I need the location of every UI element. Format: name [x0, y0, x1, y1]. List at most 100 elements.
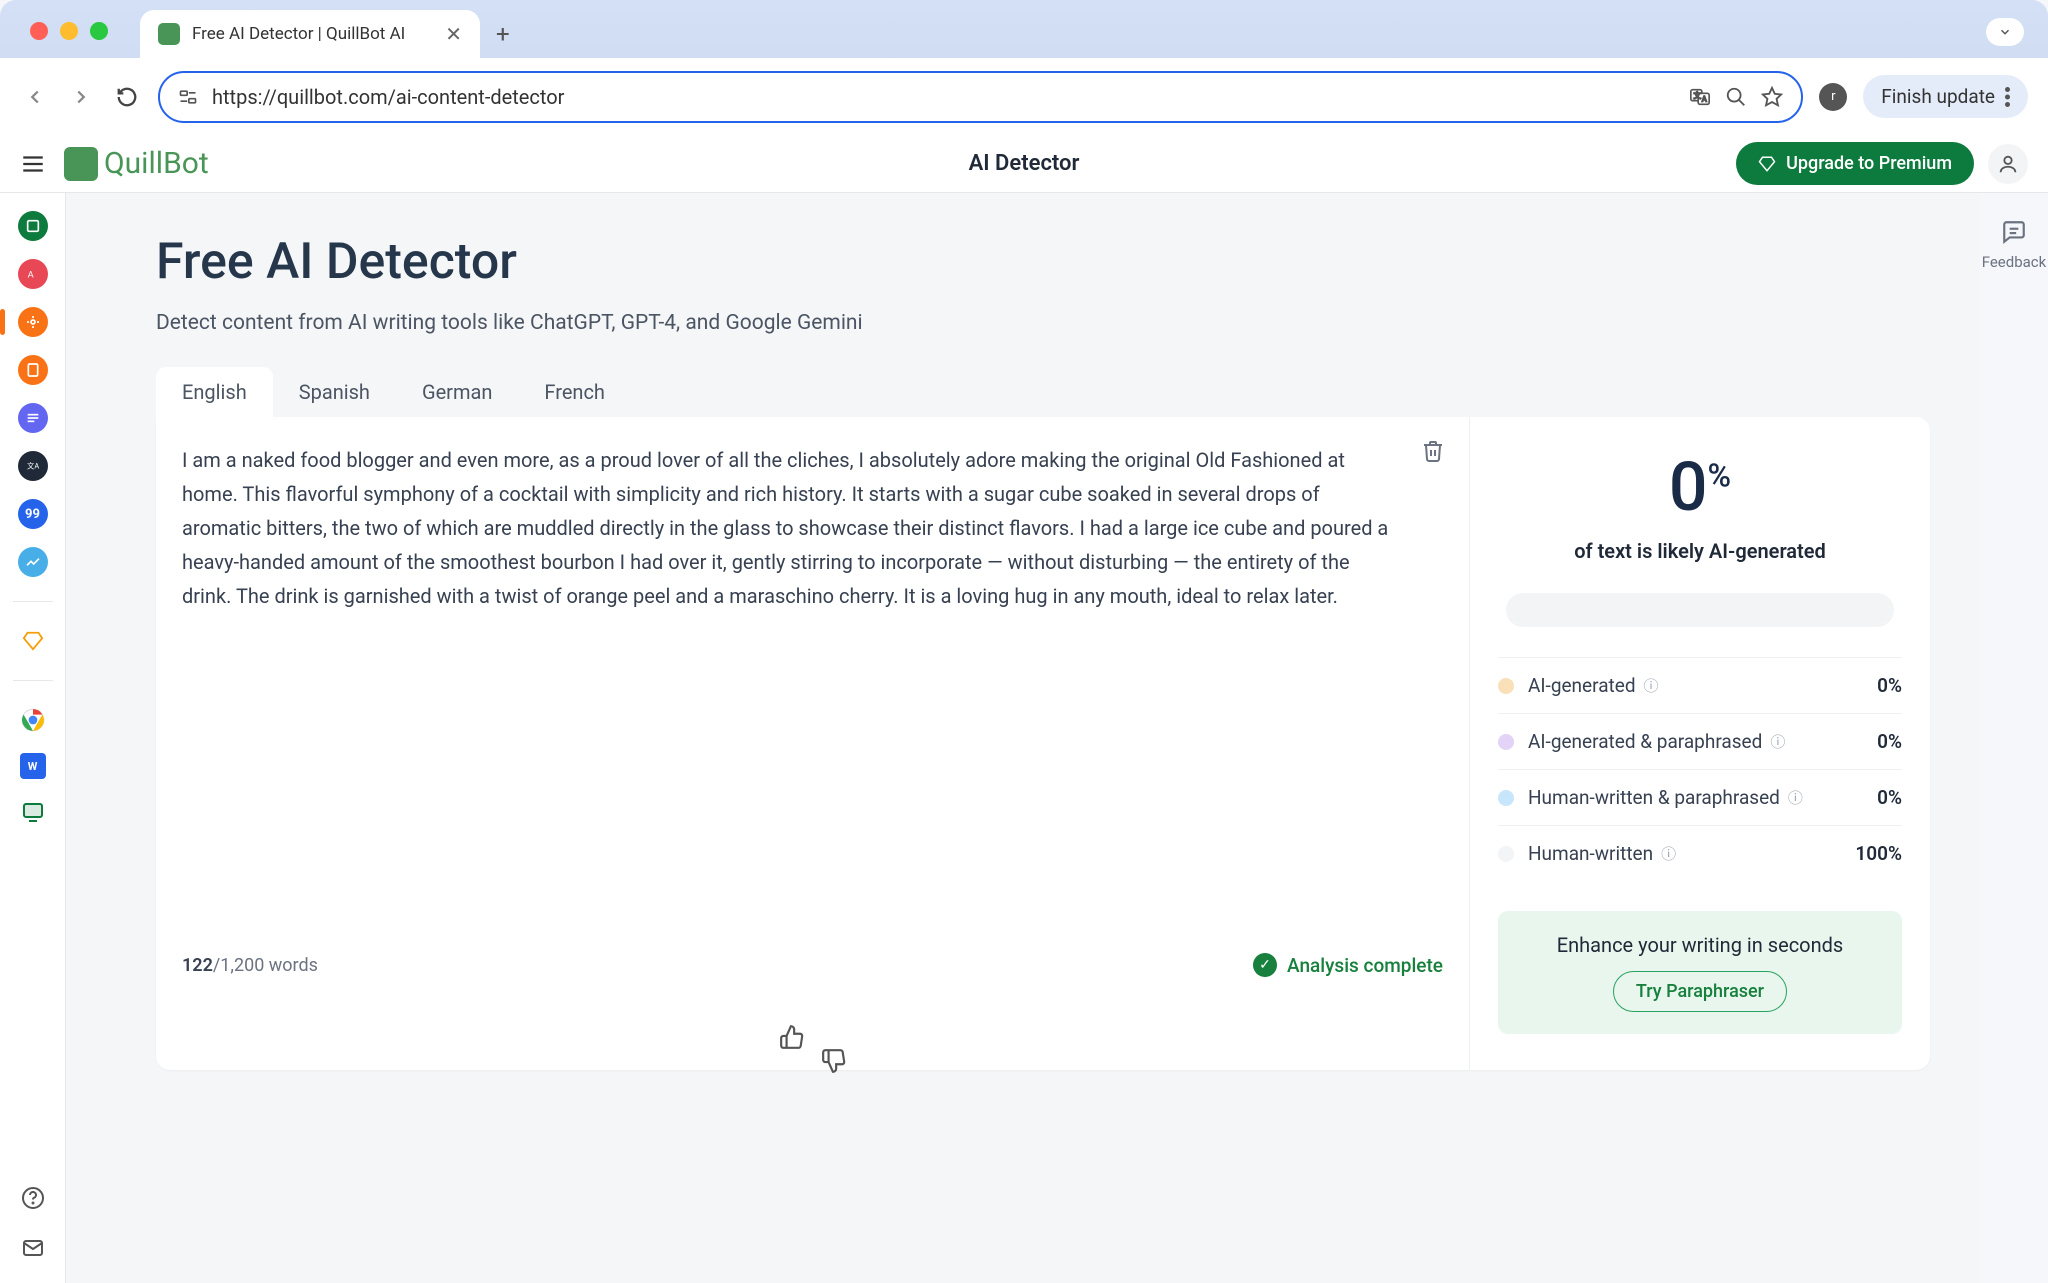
finish-update-label: Finish update [1881, 85, 1995, 108]
sidebar-item-premium[interactable] [18, 626, 48, 656]
score-bar [1506, 593, 1894, 627]
sidebar-item-flow[interactable] [18, 547, 48, 577]
sidebar-item-translator[interactable]: 文A [18, 451, 48, 481]
new-tab-button[interactable]: + [496, 20, 510, 48]
tab-german[interactable]: German [396, 367, 518, 417]
legend-value: 0% [1877, 730, 1902, 753]
page-subtitle: Detect content from AI writing tools lik… [156, 311, 1930, 335]
page-title: Free AI Detector [156, 233, 1930, 291]
tab-french[interactable]: French [518, 367, 631, 417]
close-window-button[interactable] [30, 22, 48, 40]
word-count: 122/1,200 words [182, 955, 318, 976]
legend-value: 0% [1877, 674, 1902, 697]
word-current: 122 [182, 955, 213, 976]
logo-text: QuillBot [104, 146, 209, 181]
feedback-thumbs [779, 1024, 847, 1050]
text-input[interactable]: I am a naked food blogger and even more,… [182, 443, 1443, 613]
svg-text:A: A [27, 269, 33, 280]
more-icon [2005, 87, 2010, 107]
score-percent: % [1708, 456, 1732, 494]
sidebar-item-plagiarism[interactable] [18, 355, 48, 385]
enhance-box: Enhance your writing in seconds Try Para… [1498, 911, 1902, 1034]
sidebar-item-chrome[interactable] [18, 705, 48, 735]
reload-button[interactable] [112, 82, 142, 112]
score-caption: of text is likely AI-generated [1498, 539, 1902, 563]
legend-dot-icon [1498, 678, 1514, 694]
svg-text:文: 文 [1694, 90, 1702, 99]
info-icon[interactable]: ⓘ [1644, 675, 1659, 696]
score-value: 0 [1669, 447, 1708, 527]
site-settings-icon[interactable] [178, 87, 198, 107]
detector-panel: I am a naked food blogger and even more,… [156, 417, 1930, 1070]
feedback-button[interactable]: Feedback [1982, 219, 2047, 271]
language-tabs: English Spanish German French [156, 367, 1930, 417]
favicon-icon [158, 23, 180, 45]
editor-panel: I am a naked food blogger and even more,… [156, 417, 1470, 1070]
tabs-dropdown-button[interactable] [1986, 18, 2024, 46]
results-panel: 0% of text is likely AI-generated AI-gen… [1470, 417, 1930, 1070]
logo-icon [64, 147, 98, 181]
active-indicator [0, 309, 5, 335]
content: Free AI Detector Detect content from AI … [66, 193, 1980, 1283]
maximize-window-button[interactable] [90, 22, 108, 40]
toolbar: https://quillbot.com/ai-content-detector… [0, 58, 2048, 135]
tab-english[interactable]: English [156, 367, 273, 417]
info-icon[interactable]: ⓘ [1661, 843, 1676, 864]
thumbs-down-button[interactable] [821, 1024, 847, 1050]
clear-button[interactable] [1421, 439, 1445, 463]
legend-row-human: Human-writtenⓘ 100% [1498, 825, 1902, 881]
account-button[interactable] [1988, 144, 2028, 184]
tab-spanish[interactable]: Spanish [273, 367, 396, 417]
sidebar-item-contact[interactable] [18, 1233, 48, 1263]
sidebar-item-macos[interactable] [18, 797, 48, 827]
address-bar[interactable]: https://quillbot.com/ai-content-detector… [158, 71, 1803, 123]
sidebar-item-ai-detector[interactable] [18, 307, 48, 337]
legend-label: AI-generated & paraphrasedⓘ [1528, 730, 1785, 753]
legend-dot-icon [1498, 790, 1514, 806]
browser-chrome: Free AI Detector | QuillBot AI ✕ + https… [0, 0, 2048, 135]
main: A 文A 99 W Free AI Detector Detect conten… [0, 193, 2048, 1283]
info-icon[interactable]: ⓘ [1770, 731, 1785, 752]
url-actions: 文A [1689, 86, 1783, 108]
browser-tab[interactable]: Free AI Detector | QuillBot AI ✕ [140, 10, 480, 58]
enhance-title: Enhance your writing in seconds [1520, 933, 1880, 957]
browser-profile-button[interactable]: r [1819, 83, 1847, 111]
sidebar-item-summarizer[interactable] [18, 403, 48, 433]
legend-dot-icon [1498, 846, 1514, 862]
finish-update-button[interactable]: Finish update [1863, 75, 2028, 118]
sidebar-item-paraphraser[interactable] [18, 211, 48, 241]
svg-text:文A: 文A [27, 462, 39, 471]
analysis-status: ✓ Analysis complete [1253, 953, 1443, 977]
try-paraphraser-button[interactable]: Try Paraphraser [1613, 971, 1787, 1012]
editor-footer: 122/1,200 words ✓ Analysis complete [182, 953, 1443, 977]
sidebar-item-grammar[interactable]: A [18, 259, 48, 289]
feedback-label: Feedback [1982, 253, 2047, 271]
score: 0% [1498, 453, 1902, 521]
divider [13, 680, 53, 681]
check-icon: ✓ [1253, 953, 1277, 977]
close-tab-icon[interactable]: ✕ [445, 22, 462, 46]
page-header-title: AI Detector [969, 151, 1080, 176]
translate-icon[interactable]: 文A [1689, 86, 1711, 108]
legend-label: Human-written & paraphrasedⓘ [1528, 786, 1803, 809]
thumbs-up-button[interactable] [779, 1024, 805, 1050]
tab-strip: Free AI Detector | QuillBot AI ✕ + [140, 10, 510, 58]
forward-button[interactable] [66, 82, 96, 112]
logo[interactable]: QuillBot [64, 146, 209, 181]
upgrade-label: Upgrade to Premium [1786, 153, 1952, 174]
info-icon[interactable]: ⓘ [1788, 787, 1803, 808]
sidebar-item-word[interactable]: W [20, 753, 46, 779]
minimize-window-button[interactable] [60, 22, 78, 40]
zoom-icon[interactable] [1725, 86, 1747, 108]
profile-initial: r [1831, 89, 1835, 104]
sidebar-item-help[interactable] [18, 1183, 48, 1213]
legend-value: 100% [1855, 842, 1902, 865]
sidebar-item-citation[interactable]: 99 [18, 499, 48, 529]
upgrade-button[interactable]: Upgrade to Premium [1736, 142, 1974, 185]
menu-button[interactable] [20, 151, 46, 177]
bookmark-icon[interactable] [1761, 86, 1783, 108]
url-text: https://quillbot.com/ai-content-detector [212, 85, 1675, 109]
back-button[interactable] [20, 82, 50, 112]
legend-dot-icon [1498, 734, 1514, 750]
legend-row-ai-para: AI-generated & paraphrasedⓘ 0% [1498, 713, 1902, 769]
